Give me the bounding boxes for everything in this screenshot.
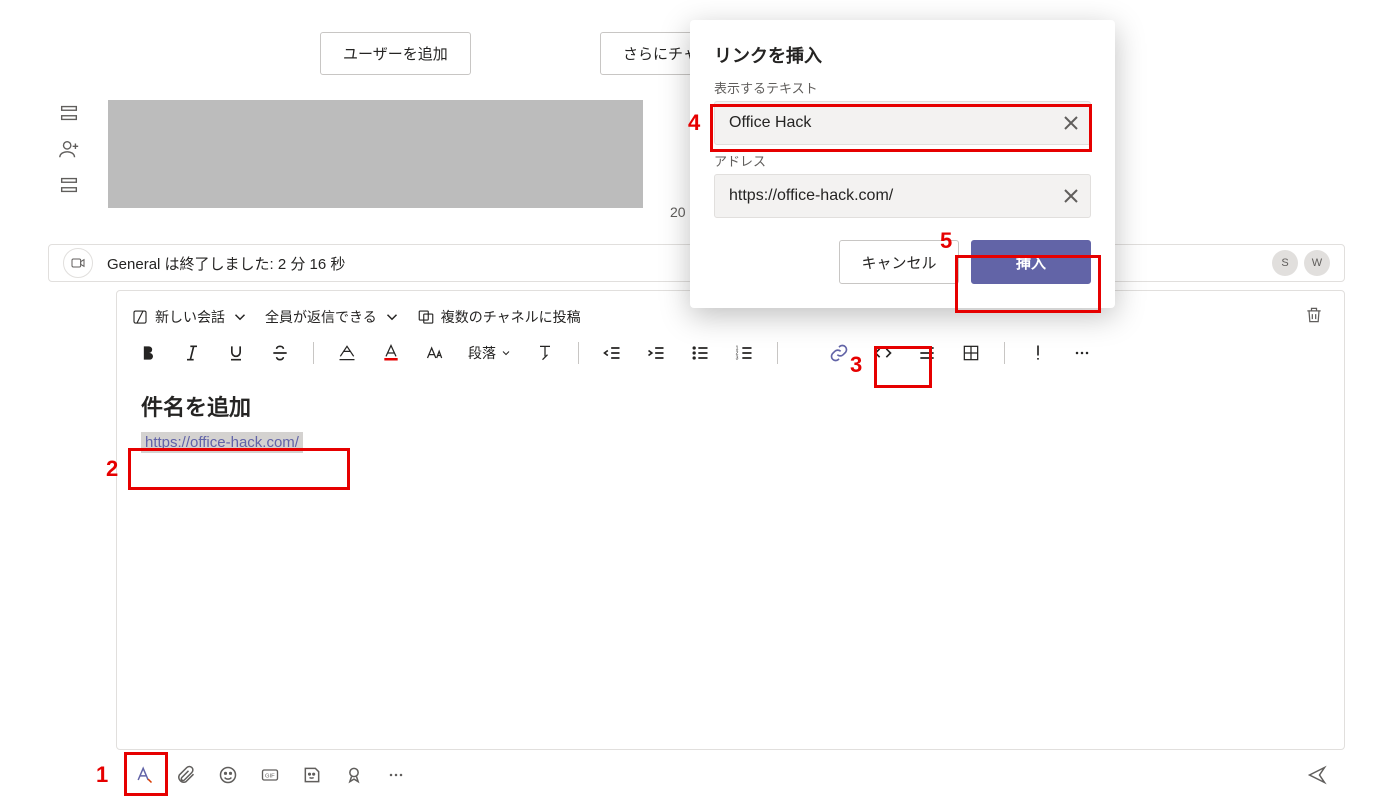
clear-format-button[interactable] <box>534 342 556 364</box>
subject-input[interactable]: 件名を追加 <box>117 372 1344 428</box>
quote-button[interactable] <box>916 342 938 364</box>
channel-hero-placeholder <box>108 100 643 208</box>
number-list-button[interactable]: 123 <box>733 342 755 364</box>
participant-badge: S <box>1272 250 1298 276</box>
more-format-button[interactable] <box>1071 342 1093 364</box>
outdent-button[interactable] <box>601 342 623 364</box>
body-link-text[interactable]: https://office-hack.com/ <box>141 432 303 453</box>
send-button[interactable] <box>1305 763 1329 787</box>
post-multiple-label: 複数のチャネルに投稿 <box>441 307 581 327</box>
insert-link-dialog: リンクを挿入 表示するテキスト アドレス キャンセル 挿入 <box>690 20 1115 308</box>
insert-link-button[interactable] <box>828 342 850 364</box>
insert-button[interactable]: 挿入 <box>971 240 1091 284</box>
message-composer: 新しい会話 全員が返信できる 複数のチャネルに投稿 段落 123 <box>116 290 1345 750</box>
svg-text:GIF: GIF <box>265 774 275 780</box>
separator <box>313 342 314 364</box>
reply-permissions-label: 全員が返信できる <box>265 307 377 327</box>
font-color-button[interactable] <box>380 342 402 364</box>
display-text-label: 表示するテキスト <box>714 78 1091 97</box>
table-button[interactable] <box>960 342 982 364</box>
delete-draft-button[interactable] <box>1304 305 1324 328</box>
bold-button[interactable] <box>137 342 159 364</box>
paragraph-label: 段落 <box>468 343 496 363</box>
indent-button[interactable] <box>645 342 667 364</box>
dialog-title: リンクを挿入 <box>714 42 1091 68</box>
svg-text:3: 3 <box>736 356 739 362</box>
separator <box>777 342 778 364</box>
font-size-button[interactable] <box>424 342 446 364</box>
emoji-button[interactable] <box>216 763 240 787</box>
expand-icon[interactable] <box>58 174 80 196</box>
separator <box>578 342 579 364</box>
address-input[interactable] <box>714 174 1091 218</box>
channel-side-actions <box>58 102 80 196</box>
participant-badge: W <box>1304 250 1330 276</box>
address-label: アドレス <box>714 151 1091 170</box>
praise-button[interactable] <box>342 763 366 787</box>
more-actions-button[interactable] <box>384 763 408 787</box>
annotation-number-1: 1 <box>96 762 108 788</box>
new-conversation-label: 新しい会話 <box>155 307 225 327</box>
bullet-list-button[interactable] <box>689 342 711 364</box>
clear-display-button[interactable] <box>1059 111 1083 135</box>
meeting-ended-text: General は終了しました: 2 分 16 秒 <box>107 253 345 274</box>
format-toggle-button[interactable] <box>132 763 156 787</box>
new-conversation-dropdown[interactable]: 新しい会話 <box>131 307 249 327</box>
code-snippet-button[interactable] <box>872 342 894 364</box>
collapse-icon[interactable] <box>58 102 80 124</box>
chevron-down-icon <box>231 308 249 326</box>
chevron-down-icon <box>500 347 512 359</box>
italic-button[interactable] <box>181 342 203 364</box>
attach-button[interactable] <box>174 763 198 787</box>
format-toolbar: 段落 123 <box>117 338 1344 372</box>
post-multiple-channels[interactable]: 複数のチャネルに投稿 <box>417 307 581 327</box>
meeting-icon <box>63 248 93 278</box>
clear-address-button[interactable] <box>1059 184 1083 208</box>
add-user-button[interactable]: ユーザーを追加 <box>320 32 471 75</box>
gif-button[interactable]: GIF <box>258 763 282 787</box>
separator <box>1004 342 1005 364</box>
cancel-button[interactable]: キャンセル <box>839 240 959 284</box>
underline-button[interactable] <box>225 342 247 364</box>
display-text-input[interactable] <box>714 101 1091 145</box>
add-people-icon[interactable] <box>58 138 80 160</box>
composer-bottom-toolbar: GIF <box>116 750 1345 800</box>
reply-permissions-dropdown[interactable]: 全員が返信できる <box>265 307 401 327</box>
truncated-date: 20 <box>670 204 686 220</box>
highlight-button[interactable] <box>336 342 358 364</box>
important-button[interactable] <box>1027 342 1049 364</box>
chevron-down-icon <box>383 308 401 326</box>
sticker-button[interactable] <box>300 763 324 787</box>
paragraph-dropdown[interactable]: 段落 <box>468 343 512 363</box>
strike-button[interactable] <box>269 342 291 364</box>
